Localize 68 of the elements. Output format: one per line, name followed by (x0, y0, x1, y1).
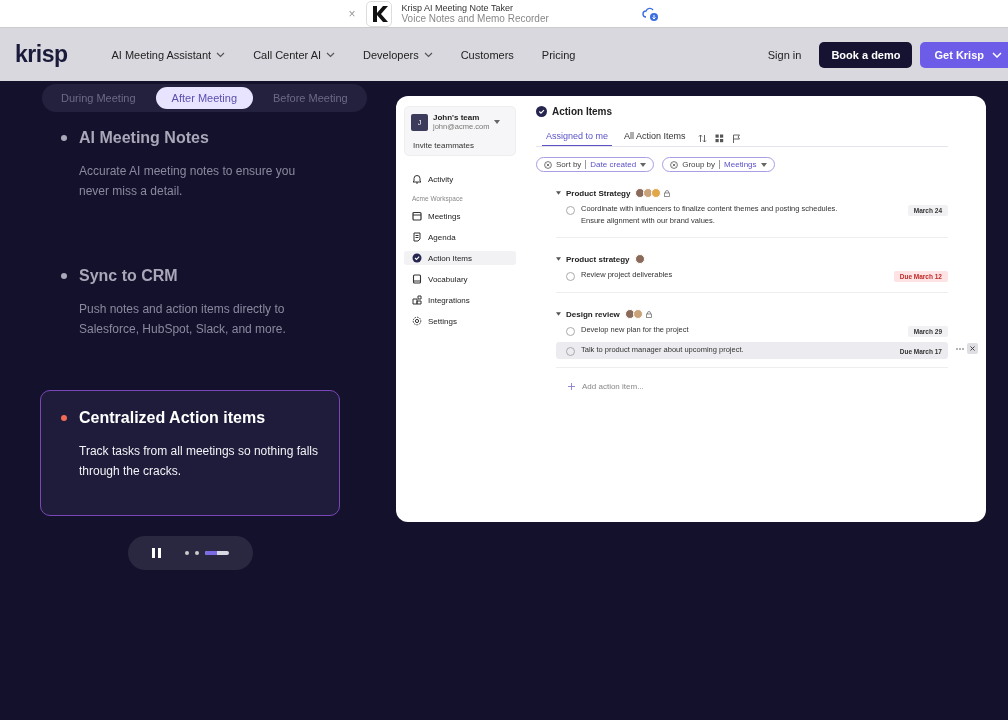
book-demo-button[interactable]: Book a demo (819, 41, 913, 68)
team-name[interactable]: John's team (433, 113, 490, 122)
tab[interactable]: After Meeting (155, 87, 253, 109)
caret-icon[interactable] (556, 312, 561, 316)
add-action-item-link[interactable]: Add action item... (582, 382, 644, 391)
nav-link[interactable]: Call Center AI (253, 48, 322, 61)
caret-icon[interactable] (556, 257, 561, 261)
close-icon[interactable] (967, 343, 978, 354)
puzzle-icon (412, 295, 422, 305)
doc-icon (412, 232, 422, 242)
sidebar-item[interactable]: Vocabulary (404, 272, 516, 286)
page-title: Action Items (552, 106, 612, 117)
logo[interactable]: krisp (15, 41, 68, 68)
app-title: Krisp AI Meeting Note Taker (401, 2, 514, 13)
nav-link[interactable]: AI Meeting Assistant (111, 48, 212, 61)
nav-link[interactable]: Developers (363, 48, 419, 61)
check-icon (412, 253, 422, 263)
grid-icon[interactable] (714, 134, 724, 143)
progress-indicator[interactable] (204, 551, 229, 555)
sign-in-link[interactable]: Sign in (767, 48, 802, 61)
feature-title: Sync to CRM (79, 267, 178, 285)
chevron-down-icon[interactable] (326, 51, 336, 58)
nav-link[interactable]: Customers (460, 48, 514, 61)
caret-icon[interactable] (556, 191, 561, 195)
pause-icon[interactable] (151, 548, 161, 558)
bullet-icon (61, 273, 67, 279)
page-dot[interactable] (194, 551, 199, 555)
caret-icon[interactable] (640, 162, 647, 167)
gear-icon (412, 316, 422, 326)
group-title: Product strategy (566, 254, 630, 264)
get-krisp-button[interactable]: Get Krisp (920, 41, 1008, 68)
feature-text: Push notes and action items directly to Salesforce, HubSpot, Slack, and more. (79, 301, 287, 338)
group-title: Design review (566, 309, 620, 319)
chevron-down-icon[interactable] (216, 51, 226, 58)
sidebar-item[interactable]: Activity (404, 172, 516, 186)
feature-card[interactable]: Centralized Action items Track tasks from all meetings so nothing falls through the cracks. (40, 390, 340, 516)
caret-icon[interactable] (760, 162, 767, 167)
sidebar-item[interactable]: Meetings (404, 209, 516, 223)
check-circle-icon (536, 106, 547, 117)
bullet-icon (61, 415, 67, 421)
sidebar-item[interactable]: Agenda (404, 230, 516, 244)
feature-text: Track tasks from all meetings so nothing falls through the cracks. (79, 443, 319, 480)
caret-icon[interactable] (494, 120, 501, 124)
avatar-group (635, 188, 660, 198)
group-title: Product Strategy (566, 188, 631, 198)
avatar-group (624, 309, 641, 319)
feature-title: AI Meeting Notes (79, 129, 209, 147)
sidebar-item[interactable]: Settings (404, 314, 516, 328)
nav-link[interactable]: Pricing (541, 48, 576, 61)
sort-icon[interactable] (697, 134, 707, 143)
download-icon[interactable] (641, 5, 660, 22)
bullet-icon (61, 135, 67, 141)
page-dot[interactable] (184, 551, 189, 555)
sidebar-item[interactable]: Action Items (404, 251, 516, 265)
book-icon (412, 274, 422, 284)
plus-icon[interactable] (568, 383, 575, 390)
feature-text: Accurate AI meeting notes to ensure you never miss a detail. (79, 163, 297, 200)
tab[interactable]: All Action Items (620, 131, 690, 146)
chevron-down-icon[interactable] (423, 51, 433, 58)
avatar-group (634, 254, 643, 264)
feature-title: Centralized Action items (79, 409, 266, 427)
sidebar-item[interactable]: Integrations (404, 293, 516, 307)
tab[interactable]: Assigned to me (542, 131, 613, 146)
flag-icon[interactable] (731, 134, 741, 143)
app-subtitle: Voice Notes and Memo Recorder (401, 12, 550, 25)
invite-link[interactable]: Invite teammates (405, 137, 515, 155)
bell-icon (412, 174, 422, 184)
calendar-icon (412, 211, 422, 221)
